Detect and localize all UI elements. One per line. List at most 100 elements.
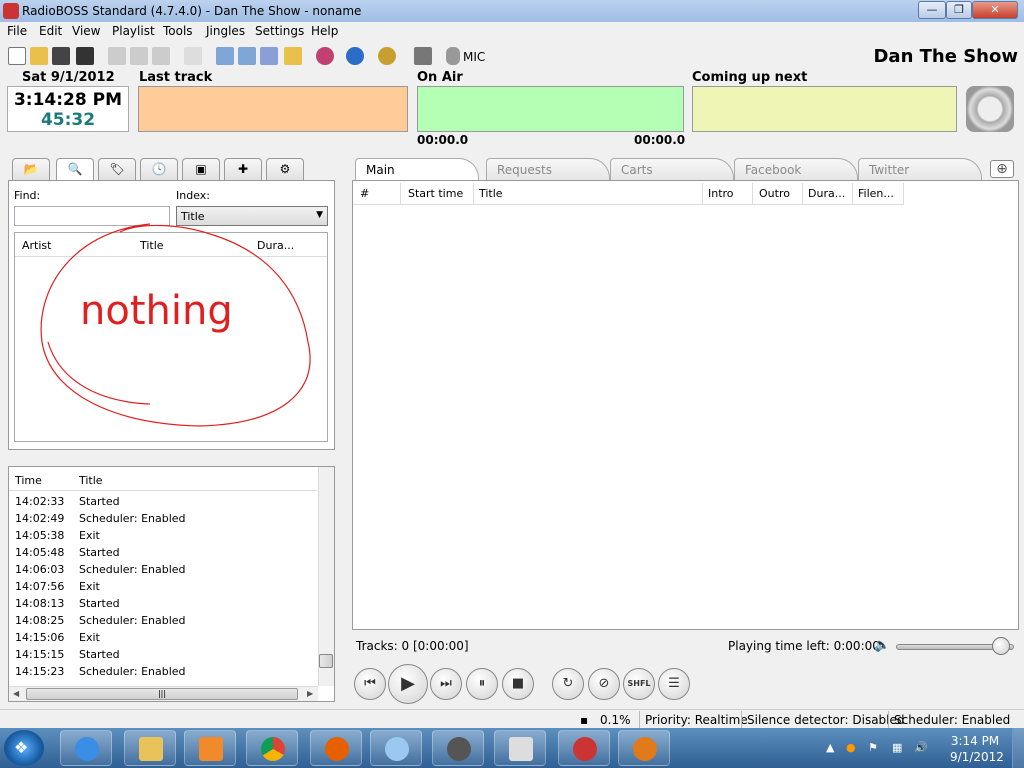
insert-list-icon[interactable] bbox=[260, 47, 278, 65]
scroll-right-icon[interactable]: ▶ bbox=[307, 689, 313, 698]
file-explorer-icon[interactable] bbox=[124, 730, 176, 766]
shuffle-button[interactable]: SHFL bbox=[623, 668, 655, 700]
eq-icon[interactable] bbox=[316, 47, 334, 65]
log-row[interactable]: 14:07:56 Exit bbox=[9, 578, 317, 595]
playlist-col-filename[interactable]: Filen... bbox=[858, 187, 894, 200]
playlist-panel[interactable] bbox=[352, 180, 1019, 630]
scroll-left-icon[interactable]: ◀ bbox=[13, 689, 19, 698]
playlist-button[interactable]: ☰ bbox=[658, 668, 690, 700]
playlist-col-start-time[interactable]: Start time bbox=[408, 187, 463, 200]
maximize-button[interactable]: ❐ bbox=[946, 1, 972, 19]
show-hidden-icons[interactable]: ▲ bbox=[826, 741, 840, 755]
pause-button[interactable]: ⏸ bbox=[466, 668, 498, 700]
log-row[interactable]: 14:15:23 Scheduler: Enabled bbox=[9, 663, 317, 680]
save-icon[interactable] bbox=[52, 47, 70, 65]
tray-app-icon[interactable]: ● bbox=[846, 741, 860, 755]
speaker-tray-icon[interactable]: 🔊 bbox=[914, 741, 928, 755]
tab-tags[interactable]: 🏷 bbox=[98, 158, 136, 180]
log-row[interactable]: 14:15:06 Exit bbox=[9, 629, 317, 646]
undo-icon[interactable] bbox=[184, 47, 202, 65]
volume-slider-knob[interactable] bbox=[992, 637, 1011, 655]
tray-clock[interactable]: 3:14 PM 9/1/2012 bbox=[950, 733, 1004, 765]
save-all-icon[interactable] bbox=[76, 47, 94, 65]
coming-up-box[interactable] bbox=[692, 86, 957, 132]
chrome-icon[interactable] bbox=[246, 730, 298, 766]
tab-carts[interactable]: Carts bbox=[610, 158, 734, 180]
playlist-col-number[interactable]: # bbox=[360, 187, 369, 200]
tab-main[interactable]: Main bbox=[355, 158, 479, 182]
log-col-time[interactable]: Time bbox=[15, 474, 42, 487]
tab-facebook[interactable]: Facebook bbox=[734, 158, 858, 180]
volume-icon[interactable]: 🔈 bbox=[874, 638, 890, 654]
paste-icon[interactable] bbox=[152, 47, 170, 65]
menu-view[interactable]: View bbox=[72, 24, 100, 38]
menu-edit[interactable]: Edit bbox=[39, 24, 62, 38]
minimize-button[interactable]: — bbox=[918, 1, 946, 19]
mic-icon[interactable] bbox=[446, 47, 460, 65]
on-air-box[interactable] bbox=[417, 86, 684, 132]
close-button[interactable]: ✕ bbox=[972, 1, 1018, 19]
log-row[interactable]: 14:02:49 Scheduler: Enabled bbox=[9, 510, 317, 527]
radioboss-app-icon[interactable] bbox=[3, 3, 19, 19]
internet-explorer-icon[interactable] bbox=[60, 730, 112, 766]
network-icon[interactable]: ▦ bbox=[892, 741, 906, 755]
start-button[interactable]: ❖ bbox=[4, 730, 44, 766]
playlist-col-intro[interactable]: Intro bbox=[708, 187, 734, 200]
new-file-icon[interactable] bbox=[8, 47, 26, 65]
globe-icon[interactable] bbox=[346, 47, 364, 65]
mic-label[interactable]: MIC bbox=[463, 50, 485, 64]
media-player-icon[interactable] bbox=[184, 730, 236, 766]
log-row[interactable]: 14:05:38 Exit bbox=[9, 527, 317, 544]
settings-gear-icon[interactable] bbox=[378, 47, 396, 65]
tab-search[interactable]: 🔍 bbox=[56, 158, 94, 182]
loop-button[interactable]: ↻ bbox=[552, 668, 584, 700]
playlist-col-title[interactable]: Title bbox=[479, 187, 503, 200]
log-col-title[interactable]: Title bbox=[79, 474, 103, 487]
menu-jingles[interactable]: Jingles bbox=[206, 24, 245, 38]
game-icon[interactable] bbox=[618, 730, 670, 766]
next-button[interactable]: ⏭ bbox=[430, 668, 462, 700]
paint-icon[interactable] bbox=[370, 730, 422, 766]
playlist-col-outro[interactable]: Outro bbox=[759, 187, 790, 200]
firefox-icon[interactable] bbox=[310, 730, 362, 766]
log-row[interactable]: 14:02:33 Started bbox=[9, 493, 317, 510]
show-desktop-button[interactable] bbox=[1012, 728, 1024, 768]
previous-button[interactable]: ⏮ bbox=[354, 668, 386, 700]
menu-tools[interactable]: Tools bbox=[163, 24, 193, 38]
block-button[interactable]: ⊘ bbox=[588, 668, 620, 700]
play-button[interactable]: ▶ bbox=[388, 664, 428, 704]
log-vertical-scroll-thumb[interactable] bbox=[319, 654, 333, 668]
insert-folder-icon[interactable] bbox=[284, 47, 302, 65]
log-row[interactable]: 14:08:25 Scheduler: Enabled bbox=[9, 612, 317, 629]
speaker-icon[interactable] bbox=[966, 86, 1014, 132]
log-horizontal-scroll-thumb[interactable]: ||| bbox=[26, 688, 298, 700]
tab-history[interactable]: 🕓 bbox=[140, 158, 178, 180]
cut-icon[interactable] bbox=[108, 47, 126, 65]
log-row[interactable]: 14:08:13 Started bbox=[9, 595, 317, 612]
insert-file-icon[interactable] bbox=[238, 47, 256, 65]
tab-plugins[interactable]: ✚ bbox=[224, 158, 262, 180]
playlist-col-duration[interactable]: Dura... bbox=[808, 187, 845, 200]
log-row[interactable]: 14:05:48 Started bbox=[9, 544, 317, 561]
tab-commands[interactable]: ▣ bbox=[182, 158, 220, 180]
tab-requests[interactable]: Requests bbox=[486, 158, 610, 180]
tab-folder[interactable]: 📂 bbox=[12, 158, 50, 180]
scheduler-icon[interactable] bbox=[414, 47, 432, 65]
stop-button[interactable]: ■ bbox=[502, 668, 534, 700]
menu-settings[interactable]: Settings bbox=[255, 24, 304, 38]
menu-help[interactable]: Help bbox=[311, 24, 338, 38]
log-row[interactable]: 14:06:03 Scheduler: Enabled bbox=[9, 561, 317, 578]
open-folder-icon[interactable] bbox=[30, 47, 48, 65]
radioboss-icon[interactable] bbox=[558, 730, 610, 766]
last-track-box[interactable] bbox=[138, 86, 408, 132]
menu-file[interactable]: File bbox=[7, 24, 27, 38]
video-editor-icon[interactable] bbox=[494, 730, 546, 766]
itunes-icon[interactable] bbox=[432, 730, 484, 766]
insert-track-icon[interactable] bbox=[216, 47, 234, 65]
log-row[interactable]: 14:15:15 Started bbox=[9, 646, 317, 663]
tab-options[interactable]: ⚙ bbox=[266, 158, 304, 180]
menu-playlist[interactable]: Playlist bbox=[112, 24, 155, 38]
action-center-icon[interactable]: ⚑ bbox=[868, 741, 882, 755]
copy-icon[interactable] bbox=[130, 47, 148, 65]
add-tab-button[interactable]: ⊕ bbox=[990, 160, 1014, 178]
